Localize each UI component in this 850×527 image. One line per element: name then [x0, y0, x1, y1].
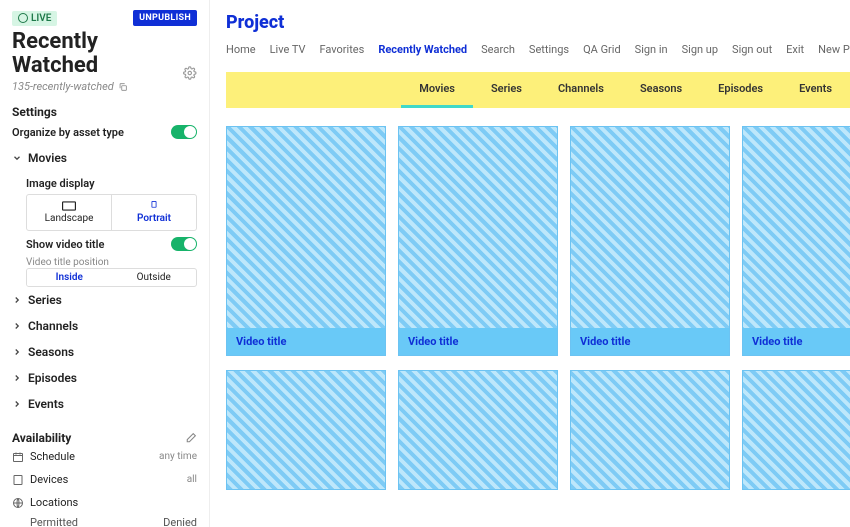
acc-movies-label: Movies [28, 151, 67, 165]
video-title: Video title [399, 328, 557, 355]
nav-item[interactable]: QA Grid [583, 43, 621, 56]
video-title: Video title [571, 328, 729, 355]
organize-toggle[interactable] [171, 125, 197, 139]
inside-option[interactable]: Inside [27, 269, 112, 286]
edit-icon[interactable] [184, 432, 197, 445]
image-display-label: Image display [26, 177, 197, 190]
portrait-option[interactable]: Portrait [112, 195, 196, 230]
video-card[interactable]: Video title [226, 126, 386, 356]
acc-events-label: Events [28, 397, 64, 411]
acc-channels-label: Channels [28, 319, 78, 333]
nav-item[interactable]: Sign up [682, 43, 718, 56]
organize-label: Organize by asset type [12, 126, 124, 139]
schedule-label: Schedule [30, 450, 75, 463]
tab-item[interactable]: Channels [540, 72, 622, 108]
show-title-label: Show video title [26, 238, 104, 251]
acc-series-label: Series [28, 293, 62, 307]
devices-value: all [187, 474, 197, 485]
portrait-label: Portrait [137, 213, 171, 224]
image-display-segment: Landscape Portrait [26, 194, 197, 231]
acc-episodes-label: Episodes [28, 371, 77, 385]
chevron-down-icon [12, 153, 22, 163]
permitted-label: Permitted [30, 516, 78, 527]
chevron-right-icon [12, 295, 22, 305]
locations-row[interactable]: Locations [12, 491, 197, 514]
video-title: Video title [227, 328, 385, 355]
gear-icon[interactable] [183, 66, 197, 80]
chevron-right-icon [12, 399, 22, 409]
copy-icon[interactable] [118, 82, 128, 92]
locations-label: Locations [30, 496, 78, 509]
landscape-option[interactable]: Landscape [27, 195, 111, 230]
video-card[interactable] [742, 370, 850, 490]
nav-item[interactable]: Settings [529, 43, 569, 56]
landscape-label: Landscape [45, 213, 94, 224]
unpublish-button[interactable]: UNPUBLISH [133, 10, 197, 26]
nav-item[interactable]: Home [226, 43, 256, 56]
denied-label: Denied [163, 516, 197, 527]
video-card[interactable]: Video title [570, 126, 730, 356]
acc-movies[interactable]: Movies [12, 145, 197, 171]
schedule-row[interactable]: Schedule any time [12, 445, 197, 468]
landscape-icon [62, 201, 76, 211]
tab-item[interactable]: Episodes [700, 72, 781, 108]
chevron-right-icon [12, 321, 22, 331]
nav-item[interactable]: Search [481, 43, 515, 56]
tab-item[interactable]: Movies [401, 72, 473, 108]
calendar-icon [12, 451, 24, 463]
outside-option[interactable]: Outside [112, 269, 197, 286]
nav-item[interactable]: Recently Watched [378, 43, 467, 56]
chevron-right-icon [12, 373, 22, 383]
nav-item[interactable]: Sign in [635, 43, 668, 56]
tab-item[interactable]: Events [781, 72, 850, 108]
acc-episodes[interactable]: Episodes [12, 365, 197, 391]
video-card[interactable]: Video title [398, 126, 558, 356]
chevron-right-icon [12, 347, 22, 357]
tab-item[interactable]: Seasons [622, 72, 700, 108]
acc-channels[interactable]: Channels [12, 313, 197, 339]
settings-heading: Settings [12, 105, 197, 119]
nav-item[interactable]: Live TV [270, 43, 306, 56]
acc-series[interactable]: Series [12, 287, 197, 313]
show-title-toggle[interactable] [171, 237, 197, 251]
video-card[interactable] [226, 370, 386, 490]
availability-heading: Availability [12, 431, 71, 445]
live-badge: LIVE [12, 11, 57, 26]
video-card[interactable] [570, 370, 730, 490]
page-slug: 135-recently-watched [12, 80, 114, 93]
nav-item[interactable]: Favorites [319, 43, 364, 56]
page-title: Recently Watched [12, 30, 183, 78]
nav-item[interactable]: Sign out [732, 43, 772, 56]
navbar: Home Live TV Favorites Recently Watched Sear… [226, 43, 850, 56]
devices-label: Devices [30, 473, 68, 486]
video-card[interactable] [398, 370, 558, 490]
schedule-value: any time [159, 451, 197, 462]
nav-item[interactable]: New Playlist [818, 43, 850, 56]
video-card[interactable]: Video title [742, 126, 850, 356]
acc-events[interactable]: Events [12, 391, 197, 417]
position-segment: Inside Outside [26, 268, 197, 287]
tab-item[interactable]: Series [473, 72, 540, 108]
acc-seasons-label: Seasons [28, 345, 74, 359]
nav-item[interactable]: Exit [786, 43, 804, 56]
globe-icon [12, 497, 24, 509]
project-heading: Project [226, 12, 850, 33]
devices-row[interactable]: Devices all [12, 468, 197, 491]
position-label: Video title position [26, 257, 197, 268]
acc-seasons[interactable]: Seasons [12, 339, 197, 365]
video-title: Video title [743, 328, 850, 355]
device-icon [12, 474, 24, 486]
portrait-icon [147, 201, 161, 211]
tabbar: MoviesSeriesChannelsSeasonsEpisodesEvent… [226, 72, 850, 108]
